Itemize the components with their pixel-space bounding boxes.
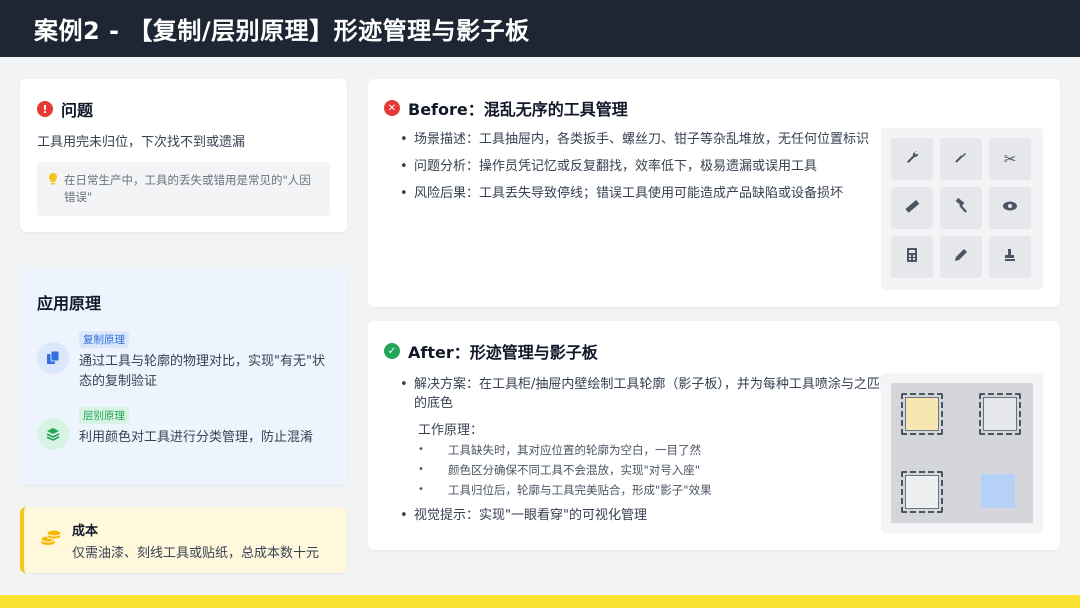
copy-principle-badge: 复制原理 (79, 331, 129, 348)
principle-title: 应用原理 (37, 294, 102, 313)
copy-principle-text: 通过工具与轮廓的物理对比，实现"有无"状态的复制验证 (79, 354, 325, 389)
shadow-slot-blue (981, 474, 1015, 508)
hammer-icon (953, 197, 969, 218)
pencil-icon (953, 247, 969, 267)
cost-title: 成本 (72, 523, 99, 539)
shadow-board (881, 373, 1043, 533)
shadow-slot-white (901, 471, 943, 513)
principle-item-layer: 层别原理 利用颜色对工具进行分类管理，防止混淆 (37, 404, 330, 450)
problem-card: ! 问题 工具用完未归位，下次找不到或遗漏 在日常生产中，工具的丢失或错用是常见… (20, 79, 347, 232)
error-icon: ✕ (384, 100, 400, 116)
problem-description: 工具用完未归位，下次找不到或遗漏 (37, 135, 246, 150)
layers-icon (37, 418, 69, 450)
lightbulb-icon (47, 172, 59, 206)
before-title: Before：混乱无序的工具管理 (408, 100, 628, 119)
coins-icon (40, 527, 62, 553)
cost-description: 仅需油漆、刻线工具或贴纸，总成本数十元 (72, 545, 320, 561)
ruler-icon (904, 198, 920, 218)
calculator-icon (905, 247, 919, 267)
check-icon: ✓ (384, 343, 400, 359)
page-header: 案例2 - 【复制/层别原理】形迹管理与影子板 (0, 0, 1080, 57)
alert-icon: ! (37, 101, 53, 117)
shadow-slot-yellow (901, 393, 943, 435)
messy-tool-drawer: ✂ (881, 128, 1043, 290)
wrench-icon (904, 149, 920, 169)
principle-item-copy: 复制原理 通过工具与轮廓的物理对比，实现"有无"状态的复制验证 (37, 328, 330, 392)
shadow-slot-gray (979, 393, 1021, 435)
cost-card: 成本 仅需油漆、刻线工具或贴纸，总成本数十元 (20, 507, 347, 573)
before-card: ✕ Before：混乱无序的工具管理 场景描述：工具抽屉内，各类扳手、螺丝刀、钳… (368, 79, 1060, 307)
layer-principle-text: 利用颜色对工具进行分类管理，防止混淆 (79, 430, 314, 445)
after-card: ✓ After：形迹管理与影子板 解决方案：在工具柜/抽屉内壁绘制工具轮廓（影子… (368, 321, 1060, 550)
layer-principle-badge: 层别原理 (79, 407, 129, 424)
tip-box: 在日常生产中，工具的丢失或错用是常见的"人因错误" (37, 162, 330, 216)
after-bullet-list: 解决方案：在工具柜/抽屉内壁绘制工具轮廓（影子板），并为每种工具喷涂与之匹配的底… (384, 375, 894, 413)
page-title: 案例2 - 【复制/层别原理】形迹管理与影子板 (34, 17, 530, 45)
tip-text: 在日常生产中，工具的丢失或错用是常见的"人因错误" (64, 173, 311, 204)
stamp-icon (1002, 247, 1018, 267)
screwdriver-icon (953, 149, 969, 169)
bottom-accent-bar (0, 595, 1080, 608)
list-item: 解决方案：在工具柜/抽屉内壁绘制工具轮廓（影子板），并为每种工具喷涂与之匹配的底… (384, 375, 894, 413)
principle-card: 应用原理 复制原理 通过工具与轮廓的物理对比，实现"有无"状态的复制验证 层别原… (20, 270, 347, 485)
scissors-icon: ✂ (1003, 150, 1017, 168)
problem-title: 问题 (61, 101, 94, 120)
after-title: After：形迹管理与影子板 (408, 343, 598, 362)
eye-icon (1002, 198, 1018, 218)
copy-icon (37, 342, 69, 374)
